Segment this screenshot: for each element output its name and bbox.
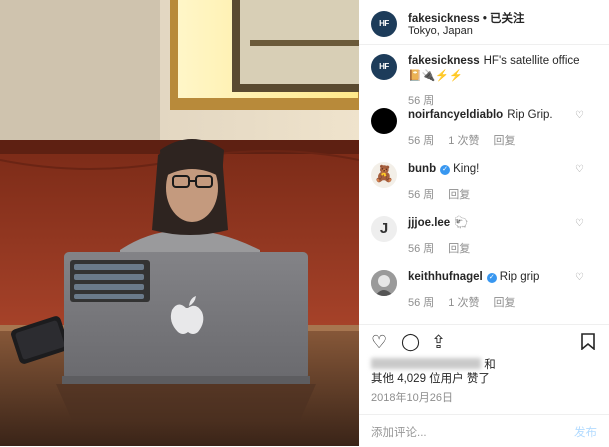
share-icon[interactable]: ⇪ <box>431 333 446 351</box>
comment-like-heart-icon[interactable]: ♡ <box>575 272 584 283</box>
letter-j-avatar-icon[interactable]: J <box>371 216 397 242</box>
comment-time[interactable]: 56 周 <box>408 135 434 147</box>
comment-like-heart-icon[interactable]: ♡ <box>575 110 584 121</box>
like-heart-icon[interactable]: ♡ <box>371 333 387 351</box>
comment-like-heart-icon[interactable]: ♡ <box>575 164 584 175</box>
post-side-panel: HF fakesickness • 已关注 Tokyo, Japan HF fa… <box>359 0 609 446</box>
comment-username[interactable]: jjjoe.lee <box>408 217 450 229</box>
comment-meta: 56 周 1 次赞 回复 <box>408 294 529 310</box>
likes-summary[interactable]: 和 其他 4,029 位用户 赞了 <box>371 358 601 386</box>
reply-link[interactable]: 回复 <box>448 243 470 255</box>
comments-list: HF fakesickness HF's satellite office 📔🔌⚡… <box>359 45 609 323</box>
reply-link[interactable]: 回复 <box>493 297 515 309</box>
comment-text: King! <box>453 163 480 175</box>
author-line: fakesickness • 已关注 <box>408 10 525 26</box>
verified-badge-icon: ✓ <box>486 273 497 283</box>
post-header: HF fakesickness • 已关注 Tokyo, Japan <box>359 0 609 45</box>
reply-link[interactable]: 回复 <box>448 189 470 201</box>
author-avatar[interactable]: HF <box>371 11 397 37</box>
instagram-post-view: HF fakesickness • 已关注 Tokyo, Japan HF fa… <box>0 0 609 446</box>
comment-meta: 56 周 1 次赞 回复 <box>408 132 529 148</box>
post-location[interactable]: Tokyo, Japan <box>408 25 473 37</box>
caption-emoji: 📔🔌⚡⚡ <box>408 70 463 82</box>
comment-body: keithhufnagel ✓ Rip grip <box>408 270 588 285</box>
comment-like-heart-icon[interactable]: ♡ <box>575 218 584 229</box>
comment-body: noirfancyeldiablo Rip Grip. <box>408 108 588 123</box>
comment-text: 🐑 <box>454 217 469 229</box>
comment-avatar[interactable] <box>371 108 397 134</box>
comment-time[interactable]: 56 周 <box>408 297 434 309</box>
comment-text: Rip Grip. <box>507 109 553 121</box>
comment-body: jjjoe.lee 🐑 <box>408 216 588 231</box>
comment-body: bunb ✓ King! <box>408 162 588 177</box>
following-status[interactable]: • 已关注 <box>483 13 525 25</box>
comment-username[interactable]: bunb <box>408 163 436 175</box>
caption-body: fakesickness HF's satellite office 📔🔌⚡⚡ <box>408 54 588 84</box>
caption-avatar[interactable]: HF <box>371 54 397 80</box>
bookmark-icon[interactable] <box>581 333 595 353</box>
comment-text: HF's satellite office <box>483 55 580 67</box>
verified-badge-icon: ✓ <box>440 165 451 175</box>
comment-meta: 56 周 回复 <box>408 240 484 256</box>
post-photo[interactable] <box>0 0 359 446</box>
comment-avatar[interactable] <box>371 270 397 296</box>
comment-like-count[interactable]: 1 次赞 <box>448 135 479 147</box>
comment-bubble-icon[interactable]: ◯ <box>401 333 420 351</box>
comment-text: Rip grip <box>499 271 540 283</box>
likes-count-line[interactable]: 其他 4,029 位用户 赞了 <box>371 372 601 386</box>
blurred-liker-names <box>371 358 481 369</box>
bear-avatar-icon[interactable]: 🧸 <box>371 162 397 188</box>
comment-username[interactable]: fakesickness <box>408 55 480 67</box>
comment-time[interactable]: 56 周 <box>408 243 434 255</box>
post-actions-bar: ♡ ◯ ⇪ <box>359 324 609 355</box>
comment-meta: 56 周 回复 <box>408 186 484 202</box>
likes-and-word: 和 <box>484 359 496 371</box>
comment-meta: 56 周 <box>408 92 448 108</box>
comment-time[interactable]: 56 周 <box>408 95 434 107</box>
add-comment-input[interactable]: 添加评论... <box>371 424 427 440</box>
author-username[interactable]: fakesickness <box>408 13 480 25</box>
comment-like-count[interactable]: 1 次赞 <box>448 297 479 309</box>
comment-username[interactable]: noirfancyeldiablo <box>408 109 503 121</box>
comment-username[interactable]: keithhufnagel <box>408 271 483 283</box>
add-comment-bar: 添加评论... 发布 <box>359 414 609 447</box>
post-date: 2018年10月26日 <box>371 392 453 404</box>
post-comment-button[interactable]: 发布 <box>574 424 597 440</box>
reply-link[interactable]: 回复 <box>493 135 515 147</box>
comment-time[interactable]: 56 周 <box>408 189 434 201</box>
